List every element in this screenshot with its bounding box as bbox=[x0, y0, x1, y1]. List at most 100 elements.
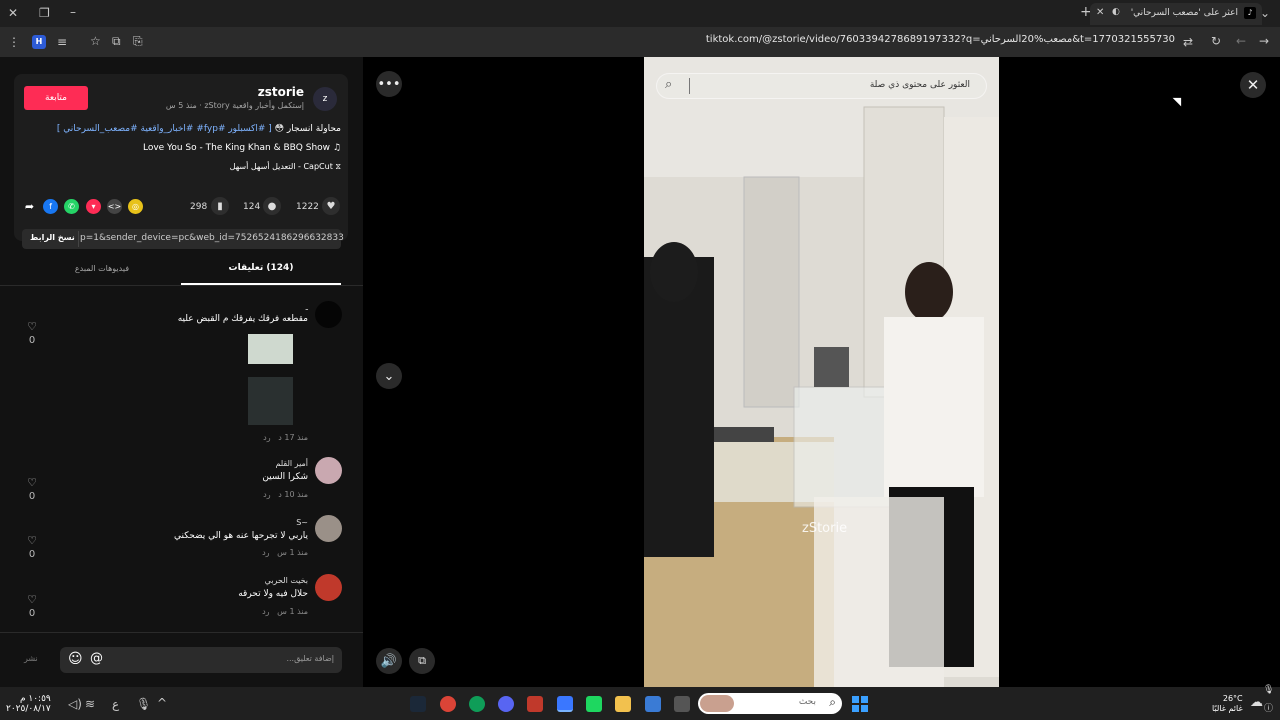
store-app-icon[interactable] bbox=[645, 696, 661, 712]
app-icon-active[interactable] bbox=[557, 696, 573, 712]
commenter-avatar[interactable] bbox=[315, 515, 342, 542]
comment-like-count: 0 bbox=[28, 549, 36, 560]
back-icon[interactable]: → bbox=[1259, 34, 1269, 48]
capcut-icon: ⧖ bbox=[335, 162, 341, 171]
capcut-label[interactable]: CapCut - التعديل أسهل أسهل bbox=[230, 162, 333, 171]
music-line[interactable]: ♫ Love You So - The King Khan & BBQ Show bbox=[143, 143, 341, 153]
music-title[interactable]: Love You So - The King Khan & BBQ Show bbox=[143, 143, 330, 153]
active-tab-underline bbox=[181, 283, 341, 285]
tab-close-icon[interactable]: ✕ bbox=[1096, 7, 1104, 18]
whatsapp-icon[interactable]: ✆ bbox=[64, 199, 79, 214]
site-settings-icon[interactable]: ⇄ bbox=[1183, 35, 1193, 49]
window-restore-icon[interactable]: ❐ bbox=[39, 6, 50, 20]
weather-cloud-icon: ☁ bbox=[1250, 695, 1263, 710]
bookmark-icon[interactable]: ▮ bbox=[211, 197, 229, 215]
weather-widget[interactable]: 26°C غائم غالبًا bbox=[1212, 694, 1243, 714]
comment-meta: منذ 17 د رد bbox=[263, 433, 308, 442]
comment-bubble-icon[interactable]: ● bbox=[263, 197, 281, 215]
window-minimize-icon[interactable]: – bbox=[70, 5, 76, 19]
reply-link[interactable]: رد bbox=[262, 607, 269, 616]
volume-tray-icon[interactable]: ◁) bbox=[68, 697, 82, 711]
steam-app-icon[interactable] bbox=[410, 696, 426, 712]
facebook-icon[interactable]: f bbox=[43, 199, 58, 214]
comment-input[interactable]: ☺ @ إضافة تعليق... bbox=[60, 647, 342, 673]
extensions-icon[interactable]: ⧉ bbox=[112, 34, 121, 48]
comment-text: ياربي لا تجرحها عنه هو الي يضحكني bbox=[174, 531, 308, 541]
taskbar-clock[interactable]: ١٠:٥٩ م ٢٠٢٥/٠٨/١٧ bbox=[6, 694, 51, 714]
send-to-friends-icon[interactable]: ▾ bbox=[86, 199, 101, 214]
more-share-icon[interactable]: ◎ bbox=[128, 199, 143, 214]
like-heart-icon[interactable]: ♥ bbox=[322, 197, 340, 215]
tab-search-icon[interactable]: ⌄ bbox=[1260, 6, 1270, 20]
reading-list-icon[interactable]: ≡ bbox=[57, 35, 67, 49]
video-player[interactable]: ⌕ العثور على محتوى ذي صلة zStorie bbox=[644, 57, 999, 687]
volume-icon[interactable]: 🔊 bbox=[376, 648, 402, 674]
post-comment-button[interactable]: نشر bbox=[24, 654, 38, 663]
commenter-avatar[interactable] bbox=[315, 457, 342, 484]
browser-tab-active[interactable]: ✕ ◐ اعثر على 'مصعب السرحاني' ♪ bbox=[1090, 3, 1262, 25]
commenter-name[interactable]: ـ bbox=[306, 303, 308, 312]
task-view-icon[interactable] bbox=[674, 696, 690, 712]
search-divider bbox=[689, 78, 690, 94]
menu-dots-icon[interactable]: ⋮ bbox=[8, 35, 20, 49]
commenter-avatar[interactable] bbox=[315, 301, 342, 328]
commenter-name[interactable]: S~ bbox=[296, 518, 308, 527]
next-video-chevron-down-icon[interactable]: ⌄ bbox=[376, 363, 402, 389]
keyboard-language[interactable]: ع bbox=[112, 697, 119, 711]
wifi-tray-icon[interactable]: ≋ bbox=[85, 697, 95, 711]
follow-button[interactable]: متابعة bbox=[24, 86, 88, 110]
windows-start-icon[interactable] bbox=[852, 696, 868, 712]
commenter-avatar[interactable] bbox=[315, 574, 342, 601]
emoji-icon[interactable]: ☺ bbox=[68, 651, 83, 667]
comment-image-thumbnail[interactable] bbox=[248, 377, 293, 425]
heart-outline-icon[interactable]: ♡ bbox=[27, 593, 37, 606]
heart-outline-icon[interactable]: ♡ bbox=[27, 320, 37, 333]
chrome-app-icon[interactable] bbox=[440, 696, 456, 712]
address-bar[interactable]: tiktok.com/@zstorie/video/76033942786891… bbox=[706, 34, 1175, 45]
comment-like-count: 0 bbox=[28, 491, 36, 502]
share-arrow-icon[interactable]: ➦ bbox=[22, 199, 37, 214]
tab-comments[interactable]: (124) تعليقات bbox=[181, 263, 341, 273]
comment-like[interactable]: ♡ 0 bbox=[22, 588, 42, 619]
windows-taskbar: ١٠:٥٩ م ٢٠٢٥/٠٨/١٧ ◁) ≋ ع 🎙 ^ بحث ⌕ 26°C… bbox=[0, 685, 1280, 720]
caption-hashtags[interactable]: [ #اكسبلور #fyp# #اخبار_واقعية #مصعب_الس… bbox=[57, 124, 272, 134]
window-close-icon[interactable]: ✕ bbox=[8, 6, 18, 20]
reload-icon[interactable]: ↻ bbox=[1211, 34, 1221, 48]
comment-like[interactable]: ♡ 0 bbox=[22, 529, 42, 560]
more-options-icon[interactable]: ••• bbox=[376, 71, 402, 97]
chrome-app-icon[interactable] bbox=[469, 696, 485, 712]
heart-outline-icon[interactable]: ♡ bbox=[27, 534, 37, 547]
reply-link[interactable]: رد bbox=[262, 548, 269, 557]
comment-like[interactable]: ♡ 0 bbox=[22, 315, 42, 346]
heart-outline-icon[interactable]: ♡ bbox=[27, 476, 37, 489]
app-icon[interactable] bbox=[527, 696, 543, 712]
mention-icon[interactable]: @ bbox=[90, 651, 103, 666]
microphone-tray-icon[interactable]: 🎙 bbox=[136, 697, 151, 711]
comment-meta: منذ 10 د رد bbox=[263, 490, 308, 499]
creator-avatar[interactable]: z bbox=[313, 87, 337, 111]
app-icon[interactable] bbox=[586, 696, 602, 712]
commenter-name[interactable]: بخيت الحربي bbox=[265, 576, 308, 585]
video-watermark: zStorie bbox=[802, 521, 848, 536]
embed-code-icon[interactable]: <> bbox=[107, 199, 122, 214]
reply-link[interactable]: رد bbox=[263, 433, 270, 442]
creator-username[interactable]: zstorie bbox=[258, 85, 304, 99]
comment-like[interactable]: ♡ 0 bbox=[22, 471, 42, 502]
reply-link[interactable]: رد bbox=[263, 490, 270, 499]
tab-creator-videos[interactable]: فيديوهات المبدع bbox=[22, 264, 182, 273]
tray-overflow-chevron-icon[interactable]: ^ bbox=[157, 696, 167, 710]
comment-image-thumbnail[interactable] bbox=[248, 334, 293, 364]
capcut-line[interactable]: ⧖ CapCut - التعديل أسهل أسهل bbox=[230, 162, 341, 172]
share-page-icon[interactable]: ⎘ bbox=[133, 34, 143, 48]
discord-app-icon[interactable] bbox=[498, 696, 514, 712]
copy-link-button[interactable]: نسخ الرابط bbox=[30, 233, 75, 242]
profile-avatar[interactable]: H bbox=[32, 35, 46, 49]
file-explorer-icon[interactable] bbox=[615, 696, 631, 712]
commenter-name[interactable]: أمير القلم bbox=[275, 459, 308, 468]
close-video-icon[interactable]: ✕ bbox=[1240, 72, 1266, 98]
taskbar-search-box[interactable]: بحث ⌕ bbox=[698, 693, 842, 714]
bookmark-star-icon[interactable]: ☆ bbox=[90, 34, 101, 48]
picture-in-picture-icon[interactable]: ⧉ bbox=[409, 648, 435, 674]
video-search-overlay[interactable]: ⌕ العثور على محتوى ذي صلة bbox=[656, 73, 987, 99]
forward-icon[interactable]: ← bbox=[1236, 34, 1246, 48]
